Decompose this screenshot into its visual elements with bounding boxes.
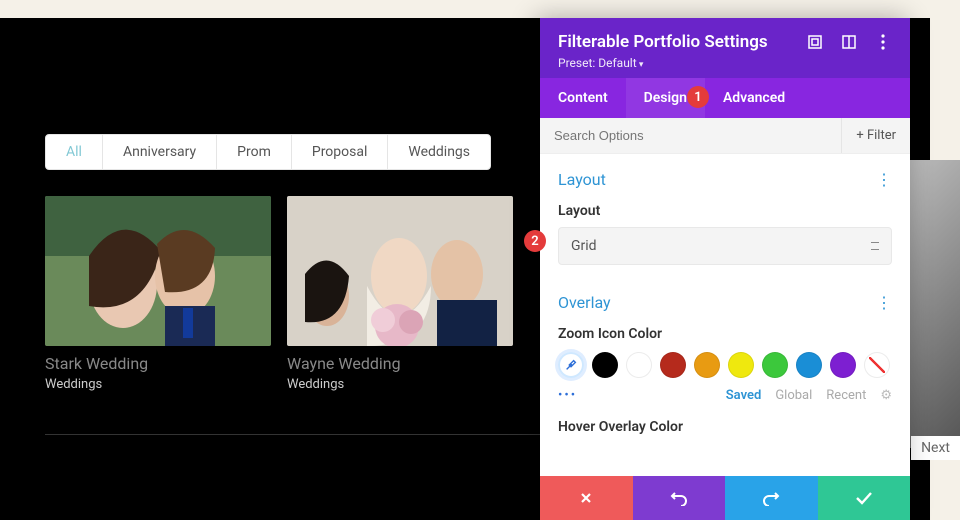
section-menu-icon[interactable]: ⋮ [876, 170, 892, 189]
card-thumbnail [45, 196, 271, 346]
filter-button[interactable]: + Filter [841, 118, 910, 153]
expand-icon[interactable] [806, 33, 824, 51]
tab-advanced[interactable]: Advanced [705, 78, 803, 118]
card-category: Weddings [287, 377, 513, 392]
color-swatch[interactable] [762, 352, 788, 378]
save-button[interactable] [818, 476, 911, 520]
section-heading-overlay[interactable]: Overlay ⋮ [558, 293, 892, 312]
search-row: + Filter [540, 118, 910, 154]
portfolio-card[interactable]: Wayne Wedding Weddings [287, 196, 513, 392]
help-icon[interactable] [840, 33, 858, 51]
color-swatch[interactable] [592, 352, 618, 378]
redo-button[interactable] [725, 476, 818, 520]
cancel-button[interactable] [540, 476, 633, 520]
field-label-zoom-icon-color: Zoom Icon Color [558, 326, 892, 342]
more-swatches-icon[interactable]: ••• [558, 388, 577, 403]
preset-dropdown[interactable]: Preset: Default [558, 56, 892, 70]
annotation-badge-1: 1 [687, 86, 709, 108]
section-heading-layout[interactable]: Layout ⋮ [558, 170, 892, 189]
panel-header: Filterable Portfolio Settings Preset: De… [540, 18, 910, 78]
color-swatch[interactable] [626, 352, 652, 378]
tab-content[interactable]: Content [540, 78, 626, 118]
settings-panel: Filterable Portfolio Settings Preset: De… [540, 18, 910, 520]
layout-select[interactable]: Grid [558, 227, 892, 265]
panel-tabs: Content Design Advanced [540, 78, 910, 118]
color-swatch[interactable] [796, 352, 822, 378]
palette-tab-saved[interactable]: Saved [726, 388, 762, 403]
filter-button-label: Filter [867, 128, 896, 143]
palette-tab-global[interactable]: Global [775, 388, 812, 403]
next-button[interactable]: Next [911, 436, 960, 460]
adjacent-slide-preview [908, 160, 960, 448]
card-thumbnail [287, 196, 513, 346]
section-heading-label: Layout [558, 170, 606, 189]
annotation-badge-2: 2 [524, 230, 546, 252]
filter-tab-proposal[interactable]: Proposal [292, 135, 389, 169]
panel-title: Filterable Portfolio Settings [558, 32, 790, 52]
panel-footer [540, 476, 910, 520]
portfolio-gallery: Stark Wedding Weddings Wayne Wedding [45, 196, 513, 392]
panel-body: Layout ⋮ Layout Grid Overlay ⋮ Zoom Icon… [540, 154, 910, 476]
portfolio-card[interactable]: Stark Wedding Weddings [45, 196, 271, 392]
filter-tab-weddings[interactable]: Weddings [388, 135, 490, 169]
color-swatch[interactable] [830, 352, 856, 378]
portfolio-filter-bar: All Anniversary Prom Proposal Weddings [45, 134, 491, 170]
color-swatch[interactable] [694, 352, 720, 378]
filter-tab-all[interactable]: All [46, 135, 103, 169]
field-label-hover-overlay-color: Hover Overlay Color [558, 419, 892, 435]
filter-tab-anniversary[interactable]: Anniversary [103, 135, 217, 169]
card-category: Weddings [45, 377, 271, 392]
card-title: Wayne Wedding [287, 354, 513, 373]
swatch-meta-row: ••• Saved Global Recent ⚙ [558, 388, 892, 403]
search-input[interactable] [540, 118, 841, 153]
section-menu-icon[interactable]: ⋮ [876, 293, 892, 312]
card-title: Stark Wedding [45, 354, 271, 373]
color-swatch[interactable] [660, 352, 686, 378]
undo-button[interactable] [633, 476, 726, 520]
filter-tab-prom[interactable]: Prom [217, 135, 292, 169]
color-swatch[interactable] [728, 352, 754, 378]
no-color-swatch[interactable] [864, 352, 890, 378]
palette-settings-icon[interactable]: ⚙ [880, 388, 892, 403]
color-swatch-row [558, 352, 892, 378]
field-label-layout: Layout [558, 203, 892, 219]
eyedropper-swatch[interactable] [558, 352, 584, 378]
palette-tab-recent[interactable]: Recent [826, 388, 866, 403]
kebab-menu-icon[interactable] [874, 33, 892, 51]
section-heading-label: Overlay [558, 293, 611, 312]
layout-select-value: Grid [571, 238, 597, 254]
